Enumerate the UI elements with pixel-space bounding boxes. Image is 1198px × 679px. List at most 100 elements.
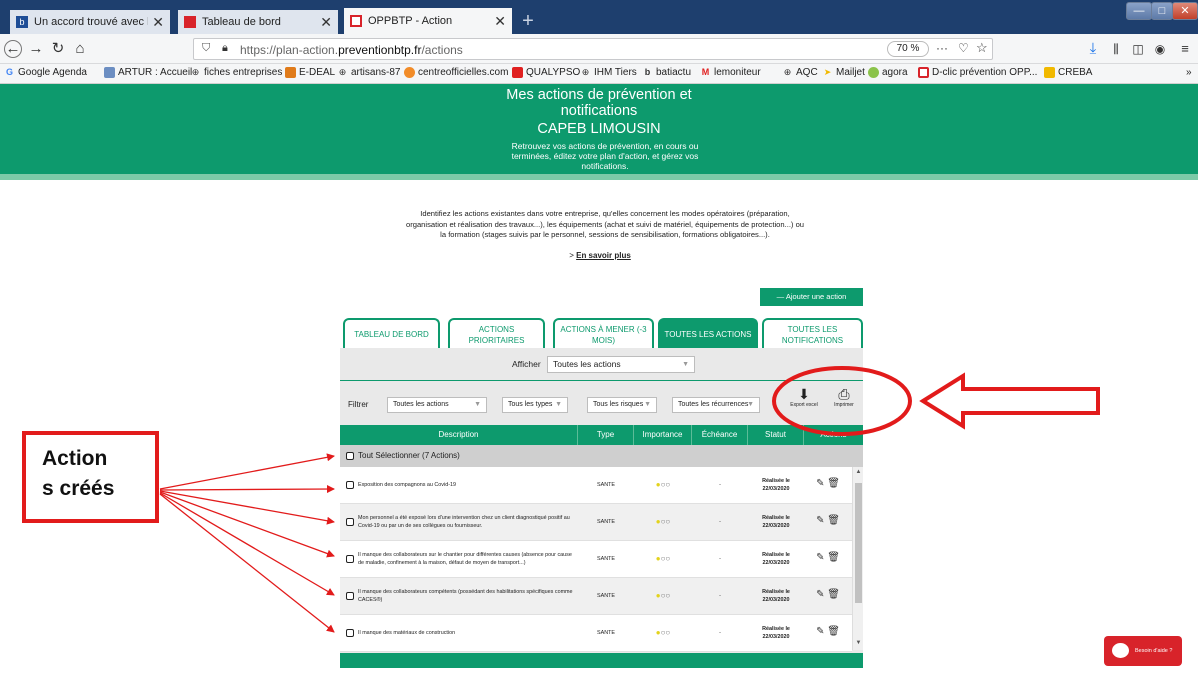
lock-icon: 🔒︎: [222, 42, 228, 54]
close-tab-icon[interactable]: ✕: [152, 14, 164, 31]
select-all-checkbox[interactable]: [346, 452, 354, 460]
bookmark-item[interactable]: ⊕ fiches entreprises: [190, 67, 283, 78]
page-actions-icon[interactable]: ···: [936, 41, 948, 55]
chevron-down-icon: ▼: [555, 401, 562, 408]
row-checkbox[interactable]: [346, 592, 354, 600]
chevron-down-icon: ▼: [747, 401, 754, 408]
bookmark-item[interactable]: Mlemoniteur: [700, 67, 761, 78]
trash-icon[interactable]: 🗑︎: [827, 478, 840, 489]
trash-icon[interactable]: 🗑︎: [827, 589, 840, 600]
close-tab-icon[interactable]: ✕: [320, 14, 332, 31]
library-icon[interactable]: ⫼: [1106, 39, 1126, 59]
bookmark-item[interactable]: agora: [868, 67, 908, 78]
help-chat-button[interactable]: Besoin d'aide ?: [1104, 636, 1182, 666]
row-checkbox[interactable]: [346, 555, 354, 563]
close-tab-icon[interactable]: ✕: [494, 13, 506, 30]
favicon-icon: [184, 16, 196, 28]
print-button[interactable]: ⎙ Imprimer: [824, 386, 864, 408]
bookmark-item[interactable]: ➤ Mailjet: [822, 67, 865, 78]
select-all-row[interactable]: Tout Sélectionner (7 Actions): [340, 445, 863, 467]
bookmark-item[interactable]: QUALYPSO: [512, 67, 580, 78]
window-close-button[interactable]: ✕: [1172, 2, 1198, 20]
home-icon[interactable]: ⌂: [70, 39, 90, 59]
agora-icon: [868, 67, 879, 78]
edit-icon[interactable]: ✎: [816, 515, 824, 526]
bookmark-item[interactable]: D-clic prévention OPP...: [918, 67, 1037, 78]
scrollbar-thumb[interactable]: [855, 483, 862, 603]
bookmark-item[interactable]: ⊕ AQC: [782, 67, 818, 78]
column-statut[interactable]: Statut: [748, 425, 804, 445]
browser-tab-accord[interactable]: b Un accord trouvé avec l'Etat po ✕: [10, 10, 170, 34]
filter-recurrences-select[interactable]: Toutes les récurrences ▼: [672, 397, 760, 413]
trash-icon[interactable]: 🗑︎: [827, 626, 840, 637]
account-icon[interactable]: ◉: [1150, 39, 1170, 59]
maximize-button[interactable]: □: [1151, 2, 1173, 20]
edit-icon[interactable]: ✎: [816, 626, 824, 637]
edit-icon[interactable]: ✎: [816, 552, 824, 563]
forward-icon[interactable]: →: [26, 39, 46, 59]
pocket-icon[interactable]: ♡: [958, 41, 969, 55]
actions-panel: Afficher Toutes les actions ▼ Filtrer Tou…: [340, 348, 863, 668]
menu-icon[interactable]: ≡: [1175, 39, 1195, 59]
tab-actions-prioritaires[interactable]: ACTIONS PRIORITAIRES: [448, 318, 545, 349]
reload-icon[interactable]: ↻: [48, 39, 68, 59]
browser-tab-oppbtp[interactable]: OPPBTP - Action ✕: [344, 8, 512, 34]
filter-risques-select[interactable]: Tous les risques ▼: [587, 397, 657, 413]
bookmark-item[interactable]: ARTUR : Accueil: [104, 67, 192, 78]
learn-more: > En savoir plus: [569, 251, 631, 260]
back-icon[interactable]: ←: [4, 40, 22, 58]
bookmark-item[interactable]: E-DEAL: [285, 67, 335, 78]
bookmark-item[interactable]: centreofficielles.com: [404, 67, 508, 78]
row-description: Il manque des matériaux de construction: [358, 630, 456, 636]
tab-toutes-les-notifications[interactable]: TOUTES LES NOTIFICATIONS: [762, 318, 863, 349]
learn-more-link[interactable]: En savoir plus: [576, 251, 631, 260]
column-description[interactable]: Description: [340, 425, 578, 445]
bookmark-item[interactable]: G Google Agenda: [4, 67, 87, 78]
bookmarks-overflow-icon[interactable]: »: [1186, 67, 1192, 78]
column-type[interactable]: Type: [578, 425, 634, 445]
afficher-select[interactable]: Toutes les actions ▼: [547, 356, 695, 373]
table-row: Il manque des matériaux de construction …: [340, 615, 852, 652]
column-echeance[interactable]: Échéance: [692, 425, 748, 445]
tab-tableau-de-bord[interactable]: TABLEAU DE BORD: [343, 318, 440, 349]
column-actions: Actions: [820, 430, 847, 439]
row-actions: ✎ 🗑︎: [808, 478, 848, 489]
trash-icon[interactable]: 🗑︎: [827, 552, 840, 563]
zoom-level[interactable]: 70 %: [887, 41, 929, 57]
row-checkbox[interactable]: [346, 481, 354, 489]
bookmark-item[interactable]: ⊕ artisans-87: [337, 67, 401, 78]
dclic-icon: [918, 67, 929, 78]
minimize-button[interactable]: —: [1126, 2, 1152, 20]
annotation-arrow: [159, 453, 335, 490]
url-bar[interactable]: ⛉ 🔒︎ https://plan-action.preventionbtp.f…: [193, 38, 993, 60]
row-actions: ✎ 🗑︎: [808, 589, 848, 600]
edit-icon[interactable]: ✎: [816, 478, 824, 489]
scroll-up-icon[interactable]: ▲: [854, 469, 863, 475]
edit-icon[interactable]: ✎: [816, 589, 824, 600]
new-tab-button[interactable]: +: [515, 10, 541, 34]
tab-toutes-les-actions[interactable]: TOUTES LES ACTIONS: [658, 318, 758, 349]
sidebar-icon[interactable]: ◫: [1128, 39, 1148, 59]
row-type: SANTE: [597, 482, 615, 488]
row-checkbox[interactable]: [346, 518, 354, 526]
download-icon[interactable]: ⤓: [1083, 39, 1103, 59]
page-title: Mes actions de prévention et notificatio…: [506, 87, 692, 119]
filter-types-select[interactable]: Tous les types ▼: [502, 397, 568, 413]
browser-tab-tableau[interactable]: Tableau de bord ✕: [178, 10, 338, 34]
add-action-button[interactable]: — Ajouter une action: [760, 288, 863, 306]
export-excel-button[interactable]: ⬇ Export excel: [784, 386, 824, 408]
filter-label: Filtrer: [348, 400, 369, 409]
row-checkbox[interactable]: [346, 629, 354, 637]
globe-icon: ⊕: [338, 67, 347, 77]
annotation-big-arrow: [919, 372, 1100, 430]
table-scrollbar[interactable]: ▲ ▼: [852, 467, 863, 650]
tab-actions-a-mener[interactable]: ACTIONS À MENER (-3 MOIS): [553, 318, 654, 349]
column-importance[interactable]: Importance: [634, 425, 692, 445]
bookmark-item[interactable]: b batiactu: [642, 67, 691, 78]
trash-icon[interactable]: 🗑︎: [827, 515, 840, 526]
filter-actions-select[interactable]: Toutes les actions ▼: [387, 397, 487, 413]
bookmark-item[interactable]: ⊕ IHM Tiers: [580, 67, 637, 78]
scroll-down-icon[interactable]: ▼: [854, 640, 863, 646]
bookmark-star-icon[interactable]: ☆: [976, 40, 988, 56]
bookmark-item[interactable]: CREBA: [1044, 67, 1092, 78]
